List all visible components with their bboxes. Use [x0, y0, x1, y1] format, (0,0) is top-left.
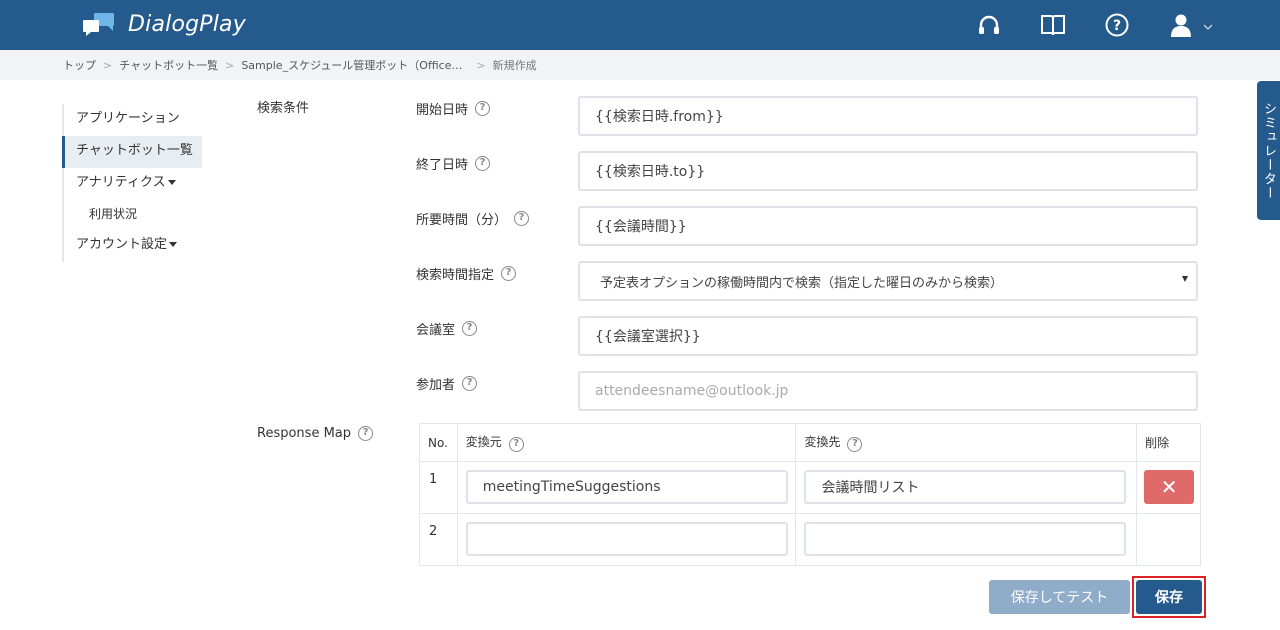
- target-cell: 会議時間リスト: [795, 461, 1138, 514]
- source-cell: meetingTimeSuggestions: [456, 461, 797, 514]
- field-label-end: 終了日時?: [416, 154, 491, 173]
- source-cell: [456, 513, 797, 566]
- col-delete: 削除: [1136, 423, 1201, 462]
- user-icon[interactable]: [1170, 12, 1194, 42]
- close-icon: ✕: [1160, 475, 1178, 499]
- help-icon[interactable]: ?: [462, 321, 478, 336]
- col-source: 変換元?: [456, 423, 797, 462]
- duration-input[interactable]: {{会議時間}}: [578, 206, 1198, 246]
- label-text: 会議室: [416, 323, 456, 338]
- source-input[interactable]: meetingTimeSuggestions: [465, 470, 788, 504]
- breadcrumb-bot[interactable]: Sample_スケジュール管理ボット（Office…: [241, 57, 462, 73]
- delete-cell: [1136, 513, 1201, 566]
- help-icon[interactable]: ?: [514, 211, 530, 226]
- table-row: 2: [419, 513, 1201, 566]
- help-icon[interactable]: ?: [508, 437, 524, 452]
- table-header-row: No. 変換元? 変換先? 削除: [419, 423, 1201, 462]
- field-label-attendees: 参加者?: [416, 374, 478, 393]
- target-input[interactable]: [804, 522, 1127, 556]
- start-datetime-input[interactable]: {{検索日時.from}}: [578, 96, 1198, 136]
- app-logo[interactable]: DialogPlay: [82, 11, 246, 37]
- select-value: 予定表オプションの稼働時間内で検索（指定した曜日のみから検索）: [600, 275, 1004, 291]
- chevron-down-icon[interactable]: [1203, 19, 1213, 35]
- delete-cell: ✕: [1136, 461, 1201, 514]
- chat-bubbles-icon: [82, 11, 118, 37]
- sidebar-item-usage[interactable]: 利用状況: [62, 200, 202, 230]
- target-cell: [795, 513, 1138, 566]
- sidebar-item-label: アナリティクス: [76, 175, 166, 190]
- help-icon[interactable]: ?: [462, 376, 478, 391]
- svg-text:?: ?: [1113, 18, 1121, 34]
- label-text: 検索時間指定: [416, 268, 495, 283]
- help-icon[interactable]: ?: [475, 101, 491, 116]
- label-text: 開始日時: [416, 103, 469, 118]
- header-text: 変換元: [465, 435, 502, 449]
- breadcrumb-separator: >: [476, 58, 486, 72]
- field-label-room: 会議室?: [416, 319, 478, 338]
- help-icon[interactable]: ?: [475, 156, 491, 171]
- row-number: 1: [419, 461, 458, 514]
- meeting-room-input[interactable]: {{会議室選択}}: [578, 316, 1198, 356]
- breadcrumb-chatbot-list[interactable]: チャットボット一覧: [119, 57, 218, 73]
- response-map-label: Response Map?: [257, 426, 374, 441]
- attendees-input[interactable]: attendeesname@outlook.jp: [578, 371, 1198, 411]
- breadcrumb: トップ > チャットボット一覧 > Sample_スケジュール管理ボット（Off…: [0, 50, 1280, 80]
- sidebar-item-account-settings[interactable]: アカウント設定: [62, 230, 202, 262]
- label-text: 終了日時: [416, 158, 469, 173]
- simulator-tab[interactable]: シミュレーター: [1257, 81, 1280, 220]
- app-name: DialogPlay: [128, 11, 246, 37]
- caret-down-icon: [167, 180, 176, 185]
- help-icon[interactable]: ?: [501, 266, 517, 281]
- sidebar-item-applications[interactable]: アプリケーション: [62, 104, 202, 136]
- table-row: 1 meetingTimeSuggestions 会議時間リスト ✕: [419, 461, 1201, 514]
- field-label-time-spec: 検索時間指定?: [416, 264, 517, 283]
- delete-row-button[interactable]: ✕: [1144, 470, 1195, 504]
- help-icon[interactable]: ?: [847, 437, 863, 452]
- save-and-test-button[interactable]: 保存してテスト: [989, 580, 1130, 614]
- help-icon[interactable]: ?: [358, 426, 374, 441]
- breadcrumb-separator: >: [225, 58, 235, 72]
- response-map-table: No. 変換元? 変換先? 削除 1 meetingTimeSuggestion…: [419, 423, 1201, 566]
- label-text: Response Map: [257, 426, 352, 441]
- app-header: DialogPlay ?: [0, 0, 1280, 50]
- col-no: No.: [419, 423, 458, 462]
- help-circle-icon[interactable]: ?: [1104, 12, 1130, 42]
- sidebar-item-analytics[interactable]: アナリティクス: [62, 168, 202, 200]
- sidebar-item-chatbot-list[interactable]: チャットボット一覧: [62, 136, 202, 168]
- col-target: 変換先?: [795, 423, 1138, 462]
- label-text: 所要時間（分）: [416, 213, 508, 228]
- caret-down-icon: [169, 242, 178, 247]
- search-time-select[interactable]: 予定表オプションの稼働時間内で検索（指定した曜日のみから検索）: [578, 261, 1198, 301]
- breadcrumb-current: 新規作成: [492, 59, 537, 72]
- end-datetime-input[interactable]: {{検索日時.to}}: [578, 151, 1198, 191]
- dropdown-arrow-icon: [1182, 276, 1188, 282]
- book-icon[interactable]: [1040, 12, 1066, 42]
- sidebar-item-label: アカウント設定: [76, 237, 168, 252]
- target-input[interactable]: 会議時間リスト: [804, 470, 1127, 504]
- field-label-duration: 所要時間（分）?: [416, 209, 530, 228]
- sidebar: アプリケーション チャットボット一覧 アナリティクス 利用状況 アカウント設定: [62, 104, 202, 262]
- section-label-search-conditions: 検索条件: [257, 101, 310, 116]
- source-input[interactable]: [465, 522, 788, 556]
- label-text: 参加者: [416, 378, 456, 393]
- header-text: 変換先: [804, 435, 841, 449]
- breadcrumb-separator: >: [103, 58, 113, 72]
- field-label-start: 開始日時?: [416, 99, 491, 118]
- row-number: 2: [419, 513, 458, 566]
- save-button[interactable]: 保存: [1136, 580, 1202, 614]
- headset-icon[interactable]: [977, 12, 1001, 42]
- breadcrumb-top[interactable]: トップ: [63, 57, 96, 73]
